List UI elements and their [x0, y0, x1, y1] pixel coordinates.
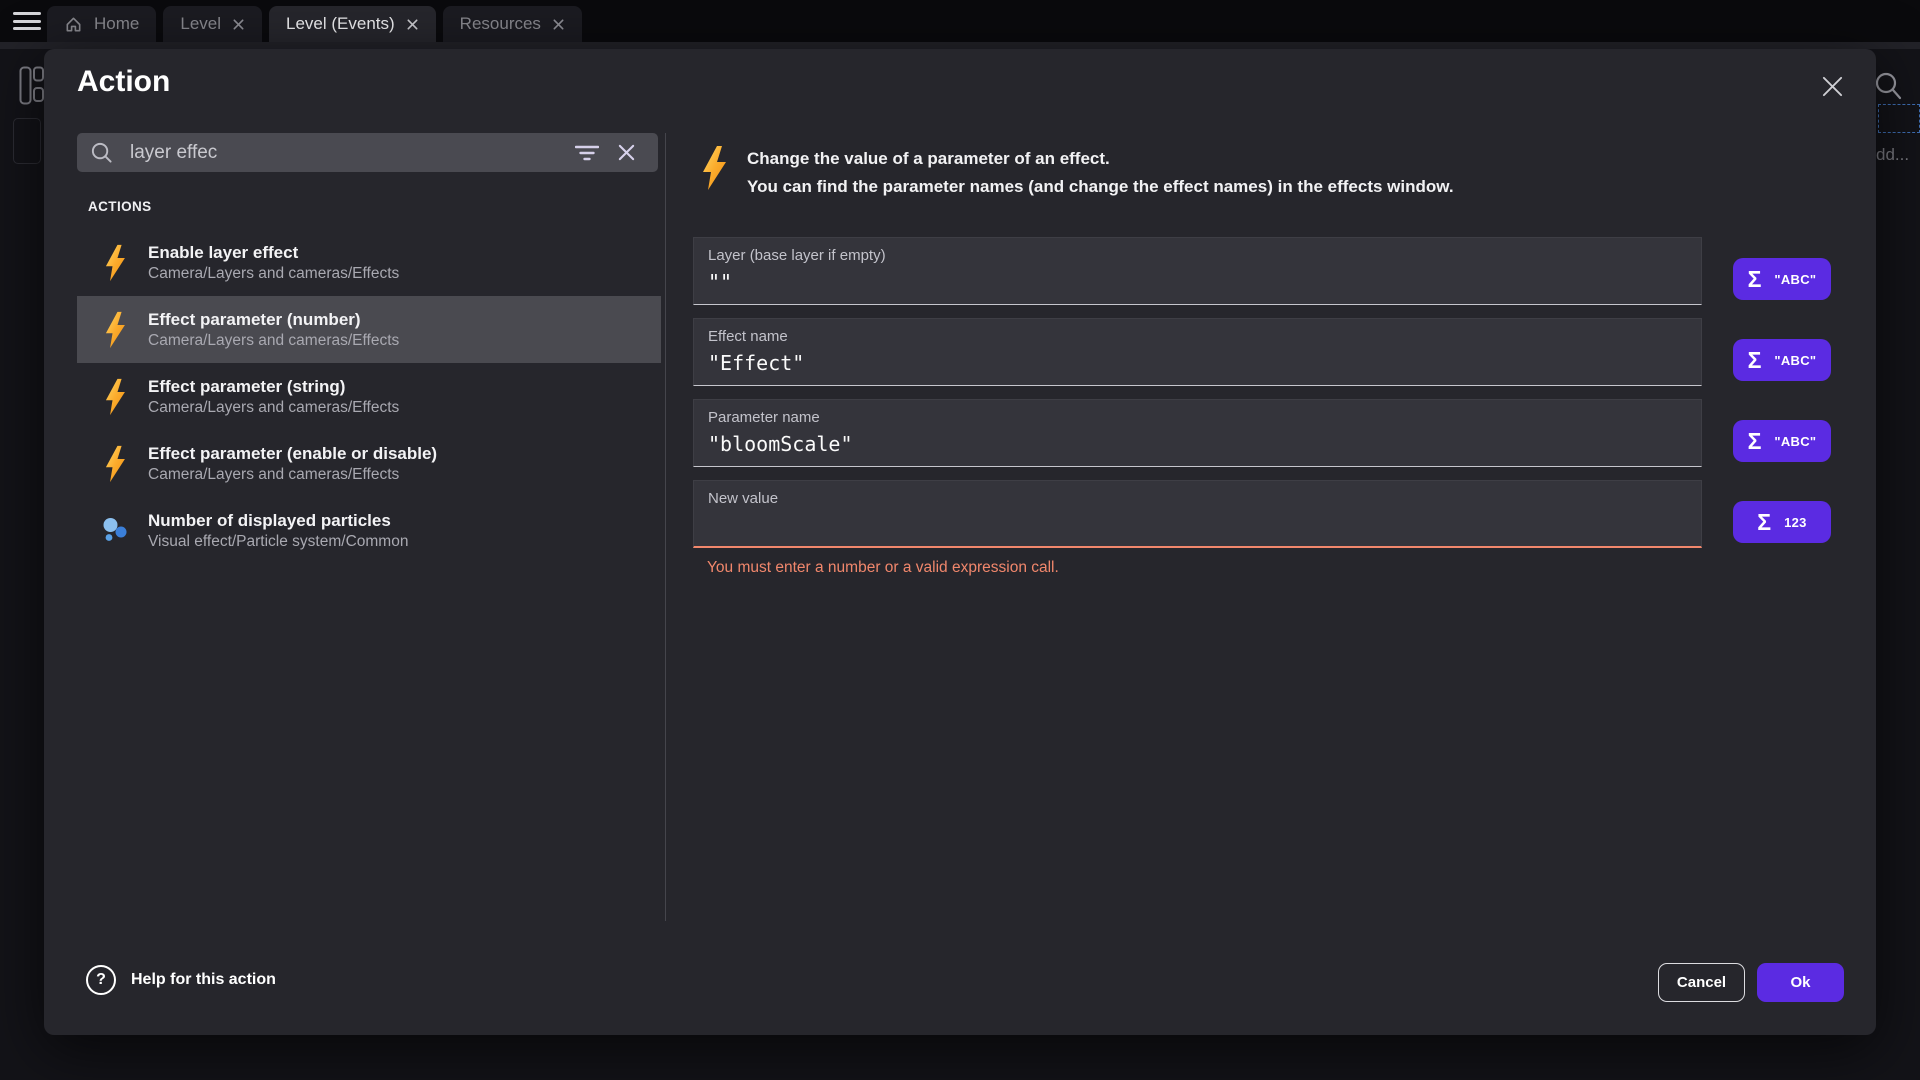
field-value: "Effect": [708, 351, 804, 375]
expression-builder-button[interactable]: Σ "ABC": [1733, 339, 1831, 381]
tab-home[interactable]: Home: [47, 6, 156, 42]
list-item-number-of-displayed-particles[interactable]: Number of displayed particles Visual eff…: [77, 497, 661, 564]
help-label: Help for this action: [131, 971, 276, 989]
action-title: Number of displayed particles: [148, 510, 408, 532]
lightning-bolt-icon: [101, 244, 129, 282]
layer-field[interactable]: Layer (base layer if empty) "": [693, 237, 1702, 305]
selection-dashed-outline: [1878, 104, 1920, 133]
lightning-bolt-icon: [101, 378, 129, 416]
description-line2: You can find the parameter names (and ch…: [747, 173, 1454, 201]
close-tab-icon[interactable]: [406, 18, 419, 31]
field-label: New value: [708, 490, 778, 507]
particles-icon: [101, 517, 129, 544]
panel-divider: [665, 133, 666, 921]
expression-builder-button[interactable]: Σ "ABC": [1733, 258, 1831, 300]
expression-type-label: "ABC": [1774, 272, 1816, 287]
tab-label: Level: [180, 14, 221, 34]
toolbar-button-outline: [13, 118, 41, 164]
expression-type-label: 123: [1784, 515, 1807, 530]
lightning-bolt-icon: [700, 145, 728, 191]
action-title: Effect parameter (string): [148, 376, 399, 398]
dialog-title: Action: [77, 65, 170, 99]
field-label: Layer (base layer if empty): [708, 247, 886, 264]
close-tab-icon[interactable]: [552, 18, 565, 31]
dialog-close-icon[interactable]: [1821, 75, 1844, 103]
search-icon[interactable]: [1873, 70, 1903, 102]
action-path: Camera/Layers and cameras/Effects: [148, 331, 399, 351]
tab-level-events[interactable]: Level (Events): [269, 6, 436, 42]
search-input[interactable]: [128, 141, 566, 165]
action-dialog: Action ACTIONS Enable layer effect Camer…: [44, 49, 1876, 1035]
action-description: Change the value of a parameter of an ef…: [700, 145, 1454, 201]
tab-label: Level (Events): [286, 14, 395, 34]
action-path: Visual effect/Particle system/Common: [148, 532, 408, 552]
question-mark-icon: ?: [86, 965, 116, 995]
home-icon: [64, 15, 83, 34]
truncated-add-label: dd...: [1876, 145, 1909, 165]
action-path: Camera/Layers and cameras/Effects: [148, 465, 437, 485]
menu-icon[interactable]: [13, 12, 41, 30]
sigma-icon: Σ: [1757, 511, 1771, 534]
close-tab-icon[interactable]: [232, 18, 245, 31]
effect-name-field[interactable]: Effect name "Effect": [693, 318, 1702, 386]
expression-type-label: "ABC": [1774, 353, 1816, 368]
list-item-effect-parameter-number[interactable]: Effect parameter (number) Camera/Layers …: [77, 296, 661, 363]
tab-level[interactable]: Level: [163, 6, 262, 42]
expression-builder-button[interactable]: Σ "ABC": [1733, 420, 1831, 462]
panels-layout-icon: [19, 66, 44, 105]
gdevelop-app: Home Level Level (Events) Resources dd..…: [0, 0, 1920, 1080]
list-item-enable-layer-effect[interactable]: Enable layer effect Camera/Layers and ca…: [77, 229, 661, 296]
lightning-bolt-icon: [101, 311, 129, 349]
help-button[interactable]: ? Help for this action: [86, 965, 276, 995]
tab-label: Home: [94, 14, 139, 34]
expression-type-label: "ABC": [1774, 434, 1816, 449]
new-value-field[interactable]: New value: [693, 480, 1702, 548]
action-search-bar: [77, 133, 658, 172]
action-title: Enable layer effect: [148, 242, 399, 264]
tab-strip: Home Level Level (Events) Resources: [47, 6, 582, 42]
lightning-bolt-icon: [101, 445, 129, 483]
action-title: Effect parameter (enable or disable): [148, 443, 437, 465]
parameter-name-field[interactable]: Parameter name "bloomScale": [693, 399, 1702, 467]
description-line1: Change the value of a parameter of an ef…: [747, 145, 1454, 173]
filter-icon[interactable]: [566, 143, 608, 163]
field-label: Parameter name: [708, 409, 820, 426]
tab-resources[interactable]: Resources: [443, 6, 582, 42]
tab-label: Resources: [460, 14, 541, 34]
validation-error-message: You must enter a number or a valid expre…: [707, 559, 1059, 577]
expression-builder-button[interactable]: Σ 123: [1733, 501, 1831, 543]
clear-search-icon[interactable]: [608, 143, 645, 162]
action-path: Camera/Layers and cameras/Effects: [148, 264, 399, 284]
list-item-effect-parameter-enable[interactable]: Effect parameter (enable or disable) Cam…: [77, 430, 661, 497]
sigma-icon: Σ: [1748, 430, 1762, 453]
ok-button[interactable]: Ok: [1757, 963, 1844, 1002]
sigma-icon: Σ: [1748, 349, 1762, 372]
sigma-icon: Σ: [1748, 268, 1762, 291]
editor-surface-strip: [0, 42, 1920, 49]
action-list: Enable layer effect Camera/Layers and ca…: [77, 229, 661, 564]
field-value: "bloomScale": [708, 432, 853, 456]
field-value: "": [708, 270, 732, 294]
actions-section-header: ACTIONS: [88, 199, 152, 214]
action-path: Camera/Layers and cameras/Effects: [148, 398, 399, 418]
tab-bar: Home Level Level (Events) Resources: [0, 0, 1920, 42]
magnifier-icon: [90, 141, 113, 164]
field-label: Effect name: [708, 328, 788, 345]
list-item-effect-parameter-string[interactable]: Effect parameter (string) Camera/Layers …: [77, 363, 661, 430]
action-title: Effect parameter (number): [148, 309, 399, 331]
cancel-button[interactable]: Cancel: [1658, 963, 1745, 1002]
